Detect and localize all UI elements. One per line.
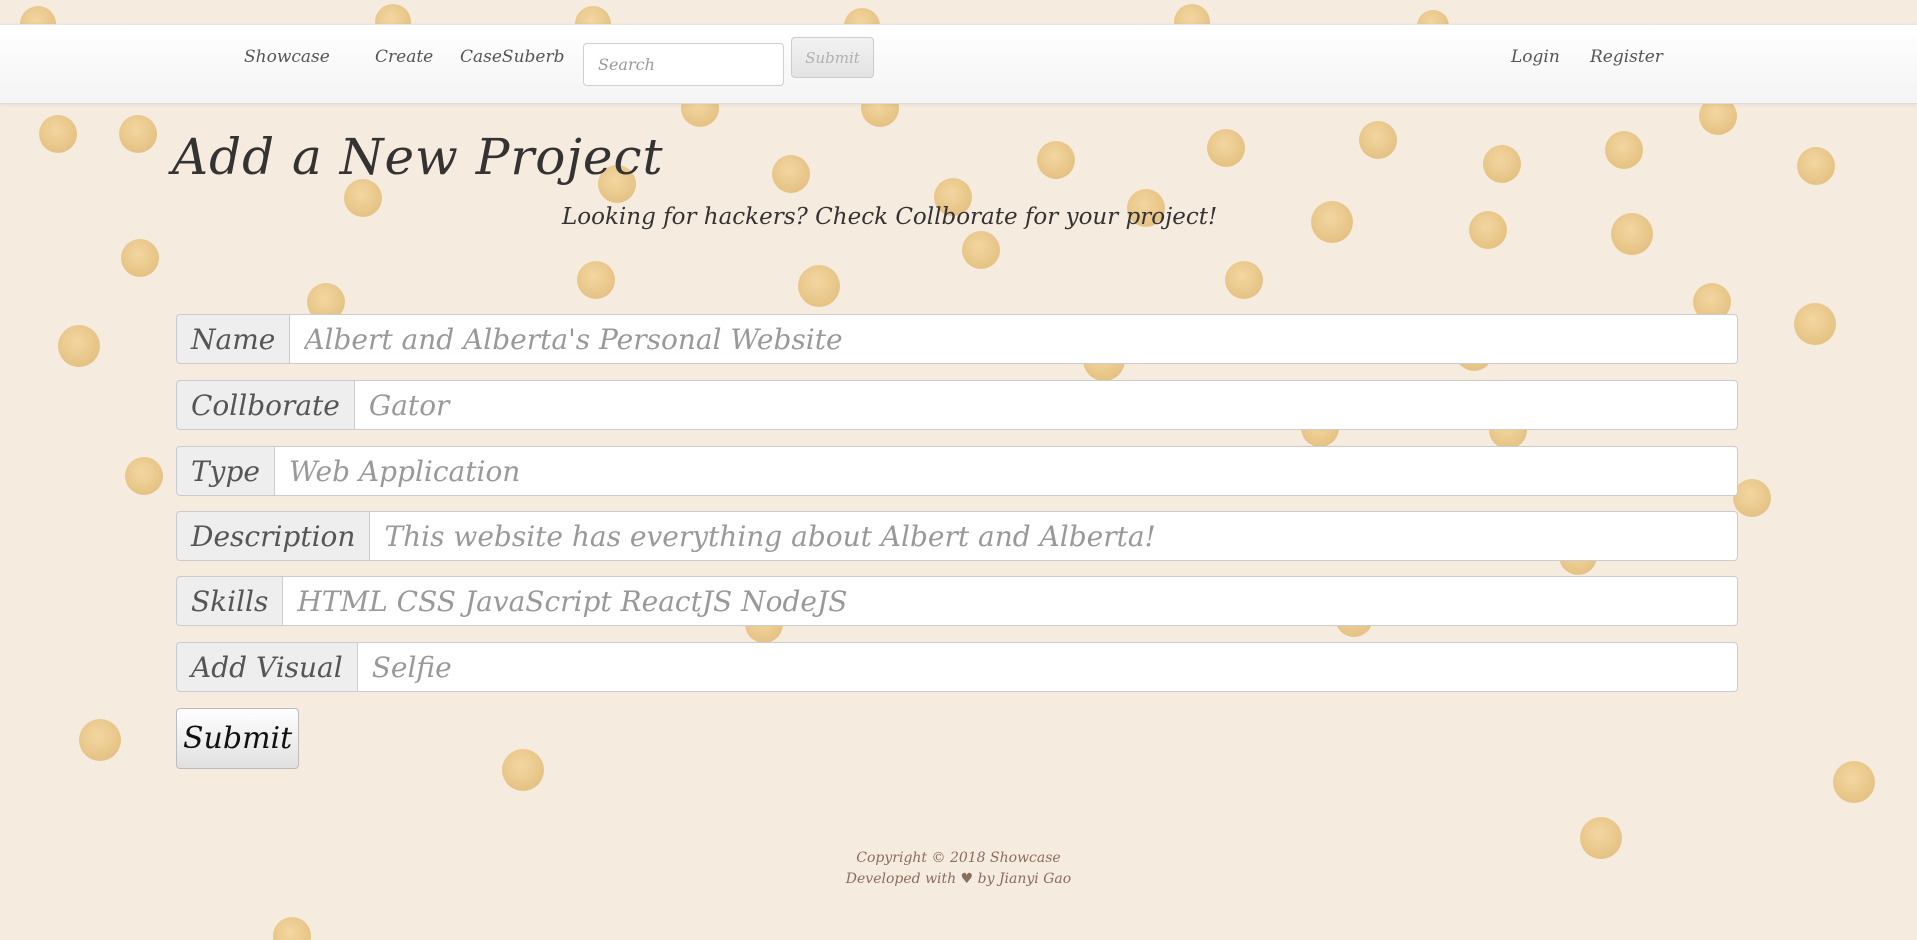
field-label-description: Description bbox=[176, 511, 370, 561]
collborate-input[interactable] bbox=[353, 380, 1738, 430]
footer-copyright: Copyright © 2018 Showcase bbox=[856, 850, 1061, 866]
form-group-collborate: Collborate bbox=[176, 380, 1738, 430]
form-group-add-visual: Add Visual bbox=[176, 642, 1738, 692]
field-label-skills: Skills bbox=[176, 576, 283, 626]
form-submit-button[interactable]: Submit bbox=[176, 708, 299, 769]
search-input[interactable] bbox=[583, 43, 784, 86]
form-group-skills: Skills bbox=[176, 576, 1738, 626]
footer: Copyright © 2018 Showcase Developed with… bbox=[0, 848, 1917, 890]
type-input[interactable] bbox=[274, 446, 1738, 496]
field-label-add-visual: Add Visual bbox=[176, 642, 357, 692]
page-subtitle: Looking for hackers? Check Collborate fo… bbox=[562, 204, 1218, 230]
field-label-name: Name bbox=[176, 314, 290, 364]
form-group-type: Type bbox=[176, 446, 1738, 496]
form-group-description: Description bbox=[176, 511, 1738, 561]
top-navbar: Showcase Create CaseSuberb Submit Login … bbox=[0, 24, 1917, 104]
search-submit-button[interactable]: Submit bbox=[791, 37, 874, 78]
field-label-type: Type bbox=[176, 446, 274, 496]
page-title: Add a New Project bbox=[172, 128, 664, 186]
footer-credit: Developed with ♥ by Jianyi Gao bbox=[845, 871, 1072, 887]
nav-brand-showcase[interactable]: Showcase bbox=[244, 47, 330, 67]
skills-input[interactable] bbox=[282, 576, 1738, 626]
nav-link-login[interactable]: Login bbox=[1511, 47, 1560, 67]
main-content: Add a New Project Looking for hackers? C… bbox=[0, 0, 1917, 940]
field-label-collborate: Collborate bbox=[176, 380, 354, 430]
nav-link-register[interactable]: Register bbox=[1590, 47, 1663, 67]
nav-link-casesuberb[interactable]: CaseSuberb bbox=[460, 47, 564, 67]
form-group-name: Name bbox=[176, 314, 1738, 364]
nav-link-create[interactable]: Create bbox=[375, 47, 433, 67]
name-input[interactable] bbox=[289, 314, 1738, 364]
add-visual-input[interactable] bbox=[356, 642, 1738, 692]
description-input[interactable] bbox=[369, 511, 1738, 561]
